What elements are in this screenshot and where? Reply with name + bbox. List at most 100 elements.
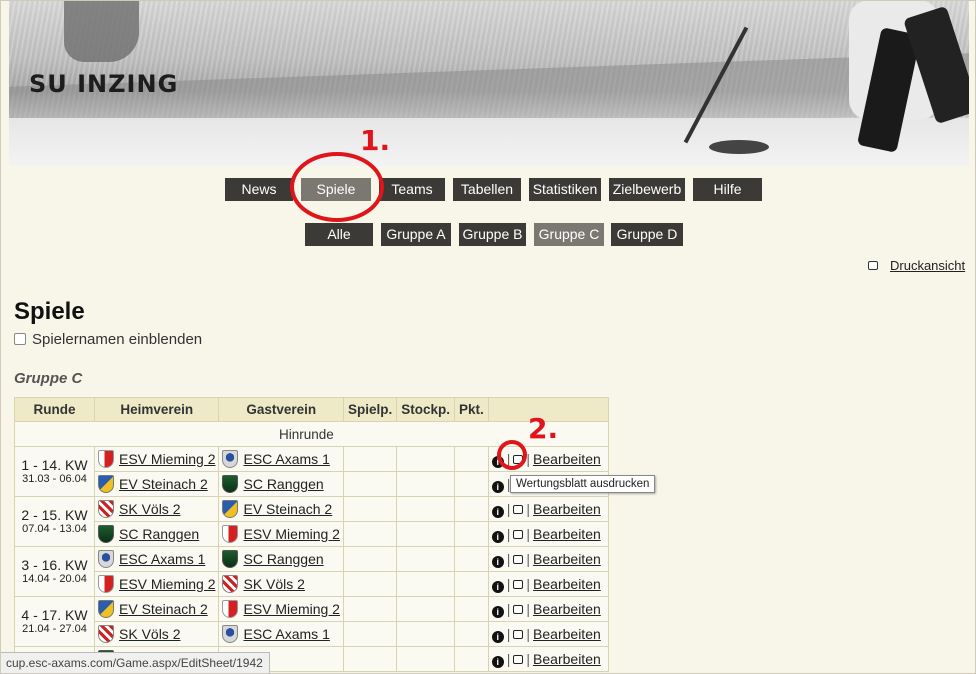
- printer-icon[interactable]: [513, 579, 524, 589]
- separator: |: [506, 600, 511, 617]
- group-tab-b[interactable]: Gruppe B: [459, 223, 526, 246]
- group-title: Gruppe C: [14, 370, 83, 387]
- away-team-link[interactable]: SK Völs 2: [243, 576, 304, 592]
- actions-cell: i||Bearbeiten: [487, 646, 609, 672]
- edit-link[interactable]: Bearbeiten: [533, 576, 601, 592]
- home-team-logo-icon: [98, 550, 114, 568]
- nav-hilfe[interactable]: Hilfe: [693, 178, 762, 201]
- nav-statistiken[interactable]: Statistiken: [529, 178, 601, 201]
- pkt-cell: [454, 496, 489, 522]
- away-team-cell: EV Steinach 2: [218, 496, 344, 522]
- printer-icon[interactable]: [513, 654, 524, 664]
- group-tab-alle[interactable]: Alle: [305, 223, 373, 246]
- away-team-link[interactable]: ESC Axams 1: [243, 451, 329, 467]
- separator: |: [526, 550, 531, 567]
- home-team-link[interactable]: SC Ranggen: [119, 526, 199, 542]
- page-title: Spiele: [14, 298, 85, 325]
- round-label: 2 - 15. KW: [21, 507, 88, 523]
- print-view-link[interactable]: Druckansicht: [890, 258, 965, 273]
- printer-icon: [868, 261, 878, 270]
- round-label: 3 - 16. KW: [21, 557, 88, 573]
- away-team-link[interactable]: ESV Mieming 2: [243, 601, 339, 617]
- printer-icon[interactable]: [513, 529, 524, 539]
- nav-tabellen[interactable]: Tabellen: [453, 178, 521, 201]
- home-team-link[interactable]: EV Steinach 2: [119, 476, 208, 492]
- print-view[interactable]: Druckansicht: [868, 258, 965, 273]
- round-label: 4 - 17. KW: [21, 607, 88, 623]
- printer-icon[interactable]: [513, 504, 524, 514]
- pkt-cell: [454, 471, 489, 497]
- away-team-cell: SK Völs 2: [218, 571, 344, 597]
- separator: |: [526, 525, 531, 542]
- home-team-logo-icon: [98, 450, 114, 468]
- home-team-logo-icon: [98, 600, 114, 618]
- info-icon[interactable]: i: [491, 655, 504, 668]
- home-team-link[interactable]: EV Steinach 2: [119, 601, 208, 617]
- status-bar-url: cup.esc-axams.com/Game.aspx/EditSheet/19…: [0, 652, 270, 674]
- actions-cell: i||Bearbeiten: [487, 546, 609, 572]
- away-team-link[interactable]: SC Ranggen: [243, 551, 323, 567]
- away-team-logo-icon: [222, 475, 239, 493]
- pkt-cell: [454, 446, 489, 472]
- spielp-cell: [342, 496, 398, 522]
- home-team-link[interactable]: SK Völs 2: [119, 501, 180, 517]
- edit-link[interactable]: Bearbeiten: [533, 651, 601, 667]
- away-team-link[interactable]: ESC Axams 1: [243, 626, 329, 642]
- nav-teams[interactable]: Teams: [379, 178, 445, 201]
- info-icon[interactable]: i: [491, 530, 504, 543]
- group-tab-c[interactable]: Gruppe C: [534, 223, 604, 246]
- home-team-logo-icon: [98, 500, 114, 518]
- pkt-cell: [454, 546, 489, 572]
- edit-link[interactable]: Bearbeiten: [533, 601, 601, 617]
- away-team-logo-icon: [222, 575, 239, 593]
- home-team-cell: EV Steinach 2: [93, 596, 220, 622]
- info-icon[interactable]: i: [491, 605, 504, 618]
- edit-link[interactable]: Bearbeiten: [533, 501, 601, 517]
- info-icon[interactable]: i: [491, 505, 504, 518]
- separator: |: [506, 500, 511, 517]
- spielp-cell: [342, 571, 398, 597]
- nav-zielbewerb[interactable]: Zielbewerb: [609, 178, 685, 201]
- printer-icon[interactable]: [513, 604, 524, 614]
- table-row: SC Ranggen ESV Mieming 2 i | | Bearbeiten: [15, 521, 609, 547]
- actions-cell: i||Bearbeiten: [487, 496, 609, 522]
- annotation-circle-2: [497, 440, 527, 470]
- info-icon[interactable]: i: [491, 480, 504, 493]
- home-team-link[interactable]: ESV Mieming 2: [119, 576, 215, 592]
- away-team-link[interactable]: ESV Mieming 2: [243, 526, 339, 542]
- show-player-names-label: Spielernamen einblenden: [32, 331, 203, 348]
- spielp-cell: [342, 471, 398, 497]
- separator: |: [526, 575, 531, 592]
- show-player-names-checkbox[interactable]: [14, 333, 26, 345]
- separator: |: [506, 650, 511, 667]
- away-team-logo-icon: [222, 625, 239, 643]
- actions-cell: i||Bearbeiten: [487, 621, 609, 647]
- round-cell: 3 - 16. KW 14.04 - 20.04: [14, 546, 95, 597]
- away-team-link[interactable]: EV Steinach 2: [243, 501, 332, 517]
- edit-link[interactable]: Bearbeiten: [533, 626, 601, 642]
- info-icon[interactable]: i: [491, 630, 504, 643]
- table-row: 3 - 16. KW 14.04 - 20.04 ESC Axams 1 SC Ran…: [14, 546, 609, 597]
- info-icon[interactable]: i: [491, 580, 504, 593]
- printer-icon[interactable]: [513, 554, 524, 564]
- info-icon[interactable]: i: [491, 555, 504, 568]
- group-tab-d[interactable]: Gruppe D: [611, 223, 683, 246]
- spielp-cell: [342, 621, 398, 647]
- printer-icon[interactable]: [513, 629, 524, 639]
- round-cell: 2 - 15. KW 07.04 - 13.04: [14, 496, 95, 547]
- edit-link[interactable]: Bearbeiten: [533, 526, 601, 542]
- col-heimverein: Heimverein: [93, 397, 220, 422]
- group-tab-a[interactable]: Gruppe A: [381, 223, 451, 246]
- edit-link[interactable]: Bearbeiten: [533, 551, 601, 567]
- stockp-cell: [396, 521, 455, 547]
- show-player-names[interactable]: Spielernamen einblenden: [14, 331, 202, 348]
- home-team-link[interactable]: SK Völs 2: [119, 626, 180, 642]
- away-team-cell: ESV Mieming 2: [218, 596, 344, 622]
- home-team-link[interactable]: ESV Mieming 2: [119, 451, 215, 467]
- away-team-logo-icon: [222, 600, 239, 618]
- home-team-cell: SK Völs 2: [93, 621, 220, 647]
- edit-link[interactable]: Bearbeiten: [533, 451, 601, 467]
- nav-news[interactable]: News: [225, 178, 293, 201]
- home-team-link[interactable]: ESC Axams 1: [119, 551, 205, 567]
- away-team-link[interactable]: SC Ranggen: [243, 476, 323, 492]
